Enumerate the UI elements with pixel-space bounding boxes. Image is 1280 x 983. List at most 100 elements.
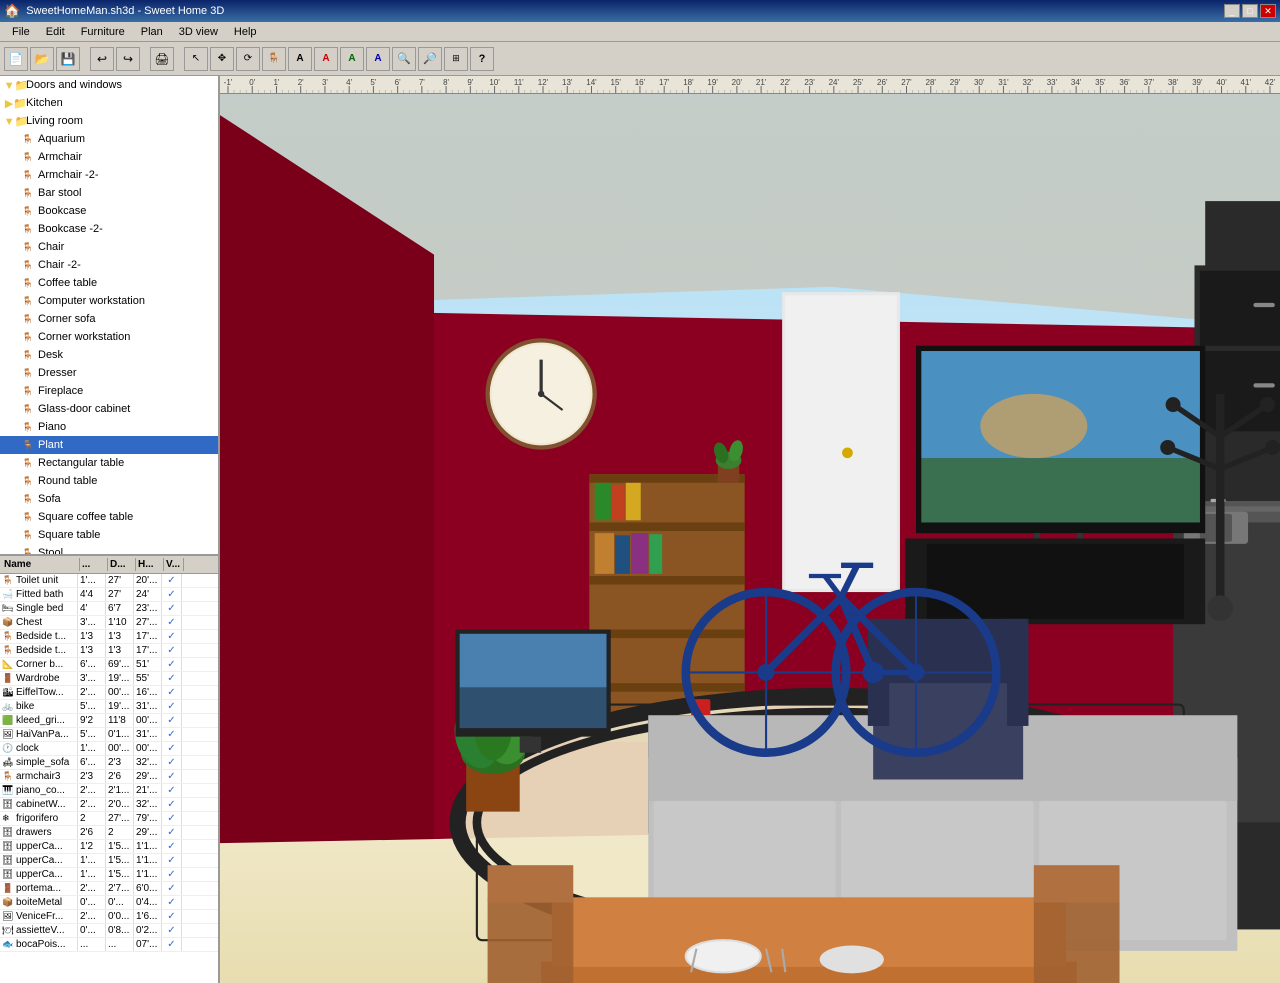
cell-visibility[interactable]: ✓ <box>162 756 182 769</box>
toolbar-redo[interactable]: ↪ <box>116 47 140 71</box>
table-row[interactable]: 🖼VeniceFr...2'...0'0...1'6...✓ <box>0 910 218 924</box>
tree-item-square-coffee-table[interactable]: 🪑Square coffee table <box>0 508 218 526</box>
toolbar-furniture[interactable]: 🪑 <box>262 47 286 71</box>
tree-item-corner-sofa[interactable]: 🪑Corner sofa <box>0 310 218 328</box>
table-row[interactable]: 🪑Bedside t...1'31'317'...✓ <box>0 644 218 658</box>
tree-item-stool[interactable]: 🪑Stool <box>0 544 218 556</box>
tree-item-square-table[interactable]: 🪑Square table <box>0 526 218 544</box>
tree-item-bookcase--2-[interactable]: 🪑Bookcase -2- <box>0 220 218 238</box>
cell-visibility[interactable]: ✓ <box>162 798 182 811</box>
tree-item-desk[interactable]: 🪑Desk <box>0 346 218 364</box>
cell-visibility[interactable]: ✓ <box>162 700 182 713</box>
tree-item-doors-and-windows[interactable]: ▼📁Doors and windows <box>0 76 218 94</box>
cell-visibility[interactable]: ✓ <box>162 686 182 699</box>
toolbar-text[interactable]: A <box>288 47 312 71</box>
table-row[interactable]: 🖼HaiVanPa...5'...0'1...31'...✓ <box>0 728 218 742</box>
table-row[interactable]: 🪑Toilet unit1'...27'20'...✓ <box>0 574 218 588</box>
table-row[interactable]: 🚪Wardrobe3'...19'...55'✓ <box>0 672 218 686</box>
cell-visibility[interactable]: ✓ <box>162 784 182 797</box>
toolbar-pan[interactable]: ✥ <box>210 47 234 71</box>
cell-visibility[interactable]: ✓ <box>162 882 182 895</box>
table-row[interactable]: 🚪portema...2'...2'7...6'0...✓ <box>0 882 218 896</box>
table-row[interactable]: 🪑Bedside t...1'31'317'...✓ <box>0 630 218 644</box>
table-row[interactable]: 🗄upperCa...1'...1'5...1'1...✓ <box>0 868 218 882</box>
cell-visibility[interactable]: ✓ <box>162 602 182 615</box>
table-row[interactable]: 🟩kleed_gri...9'211'800'...✓ <box>0 714 218 728</box>
table-row[interactable]: ❄frigorifero227'...79'...✓ <box>0 812 218 826</box>
tree-item-kitchen[interactable]: ▶📁Kitchen <box>0 94 218 112</box>
toolbar-new[interactable]: 📄 <box>4 47 28 71</box>
toolbar-open[interactable]: 📂 <box>30 47 54 71</box>
table-row[interactable]: 🗄upperCa...1'...1'5...1'1...✓ <box>0 854 218 868</box>
cell-visibility[interactable]: ✓ <box>162 644 182 657</box>
tree-item-aquarium[interactable]: 🪑Aquarium <box>0 130 218 148</box>
tree-item-chair[interactable]: 🪑Chair <box>0 238 218 256</box>
cell-visibility[interactable]: ✓ <box>162 588 182 601</box>
toolbar-save[interactable]: 💾 <box>56 47 80 71</box>
tree-item-fireplace[interactable]: 🪑Fireplace <box>0 382 218 400</box>
3d-view[interactable] <box>220 94 1280 983</box>
toolbar-undo[interactable]: ↩ <box>90 47 114 71</box>
menu-item-file[interactable]: File <box>4 24 38 40</box>
cell-visibility[interactable]: ✓ <box>162 854 182 867</box>
table-row[interactable]: 🐟bocaPois.........07'...✓ <box>0 938 218 952</box>
table-row[interactable]: 🛋simple_sofa6'...2'332'...✓ <box>0 756 218 770</box>
tree-item-bar-stool[interactable]: 🪑Bar stool <box>0 184 218 202</box>
tree-item-computer-workstation[interactable]: 🪑Computer workstation <box>0 292 218 310</box>
cell-visibility[interactable]: ✓ <box>162 924 182 937</box>
toolbar-zoom-fit[interactable]: ⊞ <box>444 47 468 71</box>
toolbar-help[interactable]: ? <box>470 47 494 71</box>
cell-visibility[interactable]: ✓ <box>162 728 182 741</box>
toolbar-rotate[interactable]: ⟳ <box>236 47 260 71</box>
table-row[interactable]: 🚲bike5'...19'...31'...✓ <box>0 700 218 714</box>
tree-item-chair--2-[interactable]: 🪑Chair -2- <box>0 256 218 274</box>
menu-item-furniture[interactable]: Furniture <box>73 24 133 40</box>
cell-visibility[interactable]: ✓ <box>162 714 182 727</box>
toolbar-zoom-in[interactable]: 🔎 <box>418 47 442 71</box>
furniture-list[interactable]: 🪑Toilet unit1'...27'20'...✓🛁Fitted bath4… <box>0 574 218 983</box>
cell-visibility[interactable]: ✓ <box>162 868 182 881</box>
cell-visibility[interactable]: ✓ <box>162 658 182 671</box>
table-row[interactable]: 📦Chest3'...1'1027'...✓ <box>0 616 218 630</box>
cell-visibility[interactable]: ✓ <box>162 616 182 629</box>
table-row[interactable]: 🛁Fitted bath4'427'24'✓ <box>0 588 218 602</box>
cell-visibility[interactable]: ✓ <box>162 574 182 587</box>
tree-item-round-table[interactable]: 🪑Round table <box>0 472 218 490</box>
cell-visibility[interactable]: ✓ <box>162 826 182 839</box>
menu-item-edit[interactable]: Edit <box>38 24 73 40</box>
cell-visibility[interactable]: ✓ <box>162 630 182 643</box>
menu-item-3d-view[interactable]: 3D view <box>171 24 226 40</box>
toolbar-text3[interactable]: A <box>340 47 364 71</box>
cell-visibility[interactable]: ✓ <box>162 742 182 755</box>
toolbar-select[interactable]: ↖ <box>184 47 208 71</box>
cell-visibility[interactable]: ✓ <box>162 840 182 853</box>
tree-item-plant[interactable]: 🪑Plant <box>0 436 218 454</box>
cell-visibility[interactable]: ✓ <box>162 812 182 825</box>
tree-item-armchair[interactable]: 🪑Armchair <box>0 148 218 166</box>
tree-item-glass-door-cabinet[interactable]: 🪑Glass-door cabinet <box>0 400 218 418</box>
toolbar-zoom-out[interactable]: 🔍 <box>392 47 416 71</box>
table-row[interactable]: 🗄cabinetW...2'...2'0...32'...✓ <box>0 798 218 812</box>
tree-item-piano[interactable]: 🪑Piano <box>0 418 218 436</box>
table-row[interactable]: 🕐clock1'...00'...00'...✓ <box>0 742 218 756</box>
tree-item-corner-workstation[interactable]: 🪑Corner workstation <box>0 328 218 346</box>
table-row[interactable]: 📐Corner b...6'...69'...51'✓ <box>0 658 218 672</box>
toolbar-text2[interactable]: A <box>314 47 338 71</box>
cell-visibility[interactable]: ✓ <box>162 938 182 951</box>
cell-visibility[interactable]: ✓ <box>162 770 182 783</box>
cell-visibility[interactable]: ✓ <box>162 910 182 923</box>
tree-item-sofa[interactable]: 🪑Sofa <box>0 490 218 508</box>
table-row[interactable]: 🏙EiffelTow...2'...00'...16'...✓ <box>0 686 218 700</box>
toolbar-text4[interactable]: A <box>366 47 390 71</box>
table-row[interactable]: 🎹piano_co...2'...2'1...21'...✓ <box>0 784 218 798</box>
cell-visibility[interactable]: ✓ <box>162 672 182 685</box>
tree-item-armchair--2-[interactable]: 🪑Armchair -2- <box>0 166 218 184</box>
minimize-button[interactable]: _ <box>1224 4 1240 18</box>
table-row[interactable]: 🗄drawers2'6229'...✓ <box>0 826 218 840</box>
tree-item-dresser[interactable]: 🪑Dresser <box>0 364 218 382</box>
toolbar-print[interactable]: 🖨 <box>150 47 174 71</box>
maximize-button[interactable]: □ <box>1242 4 1258 18</box>
table-row[interactable]: 📦boiteMetal0'...0'...0'4...✓ <box>0 896 218 910</box>
tree-item-bookcase[interactable]: 🪑Bookcase <box>0 202 218 220</box>
table-row[interactable]: 🍽assietteV...0'...0'8...0'2...✓ <box>0 924 218 938</box>
